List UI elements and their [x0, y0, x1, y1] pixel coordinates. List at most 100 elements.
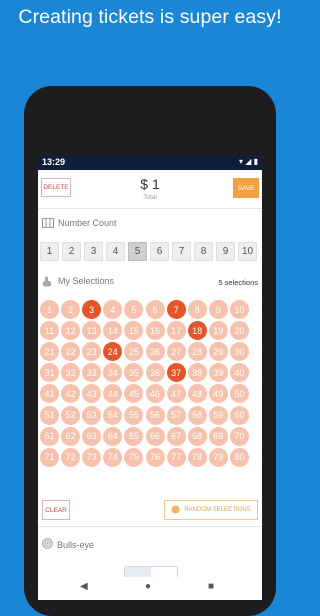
number-ball[interactable]: 25: [124, 342, 144, 362]
random-selections-button[interactable]: RANDOM SELECTIONS: [164, 500, 258, 520]
number-ball[interactable]: 68: [187, 426, 207, 446]
number-ball[interactable]: 45: [124, 384, 144, 404]
number-ball[interactable]: 70: [229, 426, 249, 446]
number-ball[interactable]: 74: [103, 447, 123, 467]
number-ball[interactable]: 28: [187, 342, 207, 362]
number-ball[interactable]: 49: [208, 384, 228, 404]
dice-icon: [171, 505, 180, 516]
number-ball[interactable]: 1: [40, 300, 59, 319]
number-ball[interactable]: 17: [166, 321, 186, 341]
number-ball[interactable]: 29: [208, 342, 228, 362]
number-ball[interactable]: 76: [145, 447, 165, 467]
number-ball-selected[interactable]: 7: [166, 300, 186, 319]
recents-icon[interactable]: ■: [208, 581, 214, 592]
number-ball[interactable]: 31: [40, 363, 59, 383]
number-count-option[interactable]: 9: [216, 242, 235, 261]
save-button[interactable]: SAVE: [233, 178, 259, 198]
number-ball[interactable]: 26: [145, 342, 165, 362]
number-ball[interactable]: 14: [103, 321, 123, 341]
number-ball[interactable]: 50: [229, 384, 249, 404]
number-count-option[interactable]: 5: [128, 242, 147, 261]
number-ball[interactable]: 16: [145, 321, 165, 341]
home-icon[interactable]: ●: [145, 581, 151, 592]
number-ball[interactable]: 35: [124, 363, 144, 383]
number-ball[interactable]: 4: [103, 300, 123, 319]
number-ball[interactable]: 61: [40, 426, 59, 446]
number-count-option[interactable]: 7: [172, 242, 191, 261]
selections-count: 5 selections: [218, 278, 258, 287]
number-ball-selected[interactable]: 37: [166, 363, 186, 383]
number-ball[interactable]: 38: [187, 363, 207, 383]
number-count-option[interactable]: 1: [40, 242, 59, 261]
number-ball[interactable]: 32: [61, 363, 81, 383]
number-ball[interactable]: 73: [82, 447, 102, 467]
number-ball[interactable]: 75: [124, 447, 144, 467]
number-ball[interactable]: 80: [229, 447, 249, 467]
number-ball[interactable]: 5: [124, 300, 144, 319]
number-count-option[interactable]: 6: [150, 242, 169, 261]
number-ball[interactable]: 33: [82, 363, 102, 383]
number-ball[interactable]: 27: [166, 342, 186, 362]
number-ball[interactable]: 40: [229, 363, 249, 383]
number-ball-selected[interactable]: 3: [82, 300, 102, 319]
number-count-option[interactable]: 2: [62, 242, 81, 261]
number-ball[interactable]: 19: [208, 321, 228, 341]
number-ball[interactable]: 30: [229, 342, 249, 362]
number-ball[interactable]: 58: [187, 405, 207, 425]
back-icon[interactable]: ◀: [80, 581, 88, 592]
number-ball[interactable]: 62: [61, 426, 81, 446]
number-ball[interactable]: 59: [208, 405, 228, 425]
number-count-option[interactable]: 8: [194, 242, 213, 261]
number-ball[interactable]: 78: [187, 447, 207, 467]
number-ball[interactable]: 67: [166, 426, 186, 446]
signal-icon: ◢: [245, 157, 252, 166]
number-ball[interactable]: 44: [103, 384, 123, 404]
number-ball[interactable]: 10: [229, 300, 249, 319]
number-ball[interactable]: 39: [208, 363, 228, 383]
number-ball[interactable]: 15: [124, 321, 144, 341]
touch-icon: [42, 276, 54, 287]
number-ball[interactable]: 34: [103, 363, 123, 383]
number-ball[interactable]: 6: [145, 300, 165, 319]
number-count-option[interactable]: 4: [106, 242, 125, 261]
number-ball[interactable]: 71: [40, 447, 59, 467]
number-ball[interactable]: 60: [229, 405, 249, 425]
number-ball-selected[interactable]: 24: [103, 342, 123, 362]
number-ball[interactable]: 46: [145, 384, 165, 404]
number-ball[interactable]: 64: [103, 426, 123, 446]
number-ball[interactable]: 79: [208, 447, 228, 467]
number-ball[interactable]: 54: [103, 405, 123, 425]
number-ball[interactable]: 42: [61, 384, 81, 404]
number-ball[interactable]: 11: [40, 321, 59, 341]
number-ball[interactable]: 69: [208, 426, 228, 446]
number-ball[interactable]: 66: [145, 426, 165, 446]
number-ball[interactable]: 55: [124, 405, 144, 425]
number-ball[interactable]: 52: [61, 405, 81, 425]
number-count-option[interactable]: 10: [238, 242, 257, 261]
number-ball[interactable]: 63: [82, 426, 102, 446]
number-ball[interactable]: 47: [166, 384, 186, 404]
number-ball[interactable]: 48: [187, 384, 207, 404]
number-ball[interactable]: 21: [40, 342, 59, 362]
number-ball[interactable]: 51: [40, 405, 59, 425]
number-ball[interactable]: 53: [82, 405, 102, 425]
number-ball[interactable]: 23: [82, 342, 102, 362]
number-ball[interactable]: 13: [82, 321, 102, 341]
number-ball[interactable]: 8: [187, 300, 207, 319]
number-ball[interactable]: 57: [166, 405, 186, 425]
number-count-option[interactable]: 3: [84, 242, 103, 261]
number-ball[interactable]: 36: [145, 363, 165, 383]
number-ball[interactable]: 77: [166, 447, 186, 467]
number-ball[interactable]: 2: [61, 300, 81, 319]
number-ball[interactable]: 12: [61, 321, 81, 341]
number-ball[interactable]: 72: [61, 447, 81, 467]
number-ball[interactable]: 22: [61, 342, 81, 362]
number-ball[interactable]: 20: [229, 321, 249, 341]
number-ball[interactable]: 56: [145, 405, 165, 425]
clear-button[interactable]: CLEAR: [42, 500, 70, 520]
number-ball[interactable]: 41: [40, 384, 59, 404]
number-ball[interactable]: 9: [208, 300, 228, 319]
number-ball[interactable]: 43: [82, 384, 102, 404]
number-ball[interactable]: 65: [124, 426, 144, 446]
number-ball-selected[interactable]: 18: [187, 321, 207, 341]
